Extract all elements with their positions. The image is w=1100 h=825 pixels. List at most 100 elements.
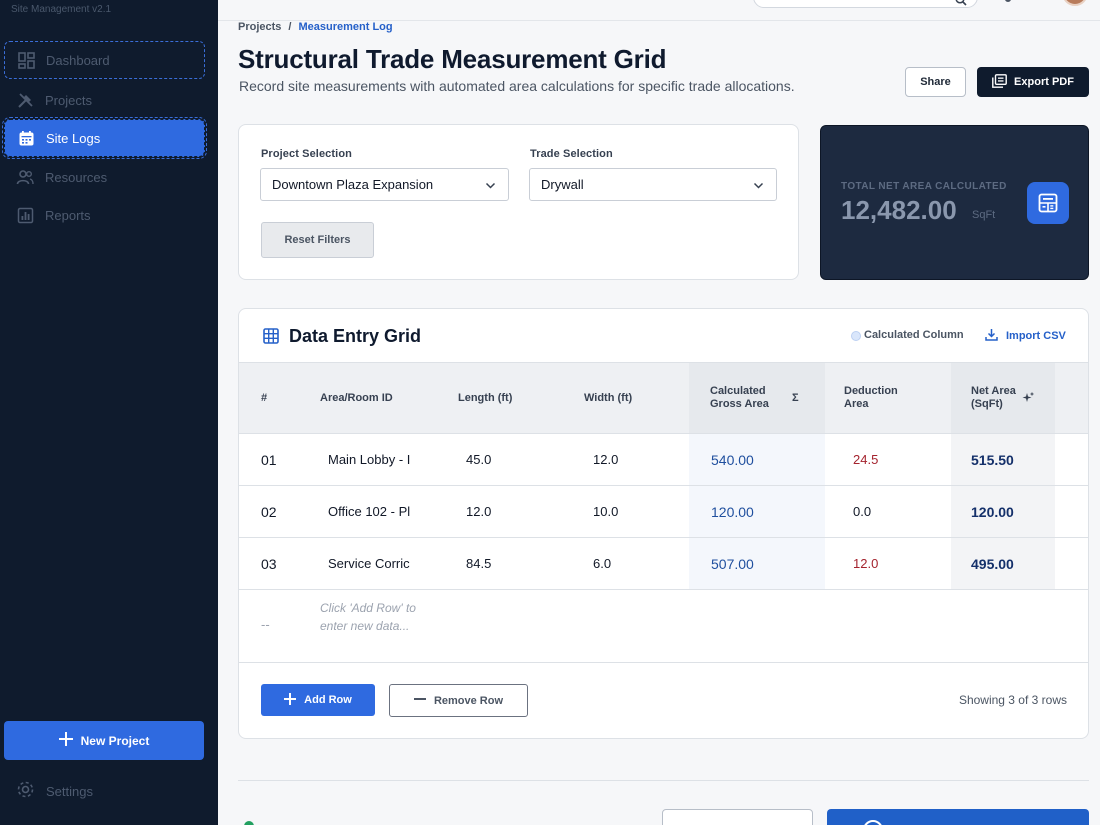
status-dot-icon [244, 821, 254, 825]
column-index: # [261, 391, 268, 404]
net-area-value: 495.00 [971, 555, 1014, 572]
remove-row-button[interactable]: Remove Row [389, 684, 528, 717]
chevron-down-icon [485, 179, 496, 194]
row-index: 01 [261, 451, 277, 468]
trade-select-value: Drywall [541, 177, 584, 192]
pdf-icon [992, 73, 1007, 91]
width-input[interactable]: 6.0 [593, 538, 611, 589]
placeholder-hint: Click 'Add Row' to enter new data... [320, 601, 416, 633]
stat-unit: SqFt [972, 209, 996, 221]
grid-title: Data Entry Grid [289, 326, 422, 346]
table-row[interactable]: 02 Office 102 - Pl 12.0 10.0 120.00 0.0 … [239, 486, 1088, 538]
sidebar-item-resources[interactable]: Resources [4, 158, 205, 196]
plus-icon [284, 692, 297, 708]
filter-card: Project Selection Downtown Plaza Expansi… [238, 124, 799, 280]
new-project-button[interactable]: New Project [4, 721, 204, 760]
trade-select[interactable]: Drywall [529, 168, 777, 201]
dashboard-icon [17, 51, 35, 69]
calculated-column-legend: Calculated Column [864, 329, 964, 341]
share-button[interactable]: Share [905, 67, 966, 97]
gross-area-value: 540.00 [711, 451, 754, 468]
export-pdf-button[interactable]: Export PDF [977, 67, 1089, 97]
calculator-icon [1027, 182, 1069, 224]
remove-row-label: Remove Row [433, 694, 504, 707]
deduction-input[interactable]: 24.5 [853, 434, 878, 485]
footer-divider [238, 780, 1089, 781]
sidebar-item-site-logs[interactable]: Site Logs [2, 117, 207, 159]
column-gross: Calculated Gross Area [710, 385, 769, 410]
length-input[interactable]: 84.5 [466, 538, 491, 589]
sidebar-item-label: Resources [45, 169, 108, 185]
reset-filters-button[interactable]: Reset Filters [261, 222, 374, 258]
sidebar-item-label: Dashboard [46, 52, 110, 68]
table-header: # Area/Room ID Length (ft) Width (ft) Ca… [239, 362, 1088, 434]
footer-primary-button[interactable] [827, 809, 1089, 825]
project-select-value: Downtown Plaza Expansion [272, 177, 434, 192]
gross-area-value: 120.00 [711, 503, 754, 520]
user-avatar[interactable] [1062, 0, 1088, 6]
minus-icon [413, 693, 426, 708]
table-row[interactable]: 01 Main Lobby - I 45.0 12.0 540.00 24.5 … [239, 434, 1088, 486]
sparkle-icon [1022, 363, 1036, 433]
page-title: Structural Trade Measurement Grid [238, 44, 667, 74]
width-input[interactable]: 10.0 [593, 486, 618, 537]
table-row[interactable]: 03 Service Corric 84.5 6.0 507.00 12.0 4… [239, 538, 1088, 590]
sidebar-item-settings[interactable]: Settings [16, 780, 93, 802]
empty-row-placeholder: -- Click 'Add Row' to enter new data... [239, 589, 1088, 663]
data-entry-grid: Data Entry Grid Calculated Column Import… [238, 308, 1089, 739]
stat-value: 12,482.00 [841, 195, 957, 225]
area-input[interactable]: Service Corric [328, 538, 410, 589]
chevron-down-icon [753, 179, 764, 194]
search-icon [955, 0, 967, 11]
import-csv-button[interactable]: Import CSV [985, 328, 1066, 344]
project-selection-label: Project Selection [261, 148, 352, 160]
calendar-icon [17, 129, 35, 147]
global-search-input[interactable] [753, 0, 978, 8]
column-length: Length (ft) [458, 391, 513, 404]
column-deduction: Deduction Area [844, 385, 898, 410]
gear-icon [16, 780, 35, 802]
add-row-button[interactable]: Add Row [261, 684, 375, 716]
export-pdf-label: Export PDF [1014, 76, 1074, 88]
sidebar-item-dashboard[interactable]: Dashboard [4, 41, 205, 79]
settings-label: Settings [46, 783, 93, 799]
breadcrumb-projects[interactable]: Projects [238, 21, 281, 33]
footer-secondary-button[interactable] [662, 809, 813, 825]
width-input[interactable]: 12.0 [593, 434, 618, 485]
plus-icon [58, 732, 73, 749]
gross-cell-shade [689, 486, 825, 537]
notification-bell-icon[interactable] [1005, 0, 1011, 2]
row-index: 02 [261, 503, 277, 520]
tools-icon [16, 91, 34, 109]
chart-icon [16, 206, 34, 224]
length-input[interactable]: 45.0 [466, 434, 491, 485]
row-count-status: Showing 3 of 3 rows [958, 693, 1067, 707]
breadcrumb-current: Measurement Log [298, 21, 393, 33]
sidebar: Site Management v2.1 Dashboard Projects … [0, 0, 218, 825]
sidebar-item-reports[interactable]: Reports [4, 196, 205, 234]
breadcrumb-separator: / [288, 21, 292, 33]
column-net: Net Area (SqFt) [971, 385, 1016, 410]
sidebar-item-projects[interactable]: Projects [4, 81, 205, 119]
placeholder-index: -- [261, 617, 270, 632]
calculated-legend-swatch [851, 331, 861, 341]
area-input[interactable]: Office 102 - Pl [328, 486, 410, 537]
deduction-input[interactable]: 0.0 [853, 486, 871, 537]
sigma-icon: Σ [792, 391, 799, 404]
deduction-input[interactable]: 12.0 [853, 538, 878, 589]
row-index: 03 [261, 555, 277, 572]
grid-icon [263, 328, 279, 349]
total-net-area-card: TOTAL NET AREA CALCULATED 12,482.00 SqFt [820, 125, 1089, 280]
project-select[interactable]: Downtown Plaza Expansion [260, 168, 509, 201]
length-input[interactable]: 12.0 [466, 486, 491, 537]
users-icon [16, 168, 34, 186]
area-input[interactable]: Main Lobby - I [328, 434, 410, 485]
gross-area-value: 507.00 [711, 555, 754, 572]
sidebar-item-label: Reports [45, 207, 91, 223]
circle-icon [863, 820, 883, 825]
stat-label: TOTAL NET AREA CALCULATED [841, 181, 1007, 192]
download-icon [985, 328, 998, 344]
new-project-label: New Project [80, 733, 150, 748]
column-width: Width (ft) [584, 391, 633, 404]
sidebar-item-label: Site Logs [46, 130, 101, 146]
